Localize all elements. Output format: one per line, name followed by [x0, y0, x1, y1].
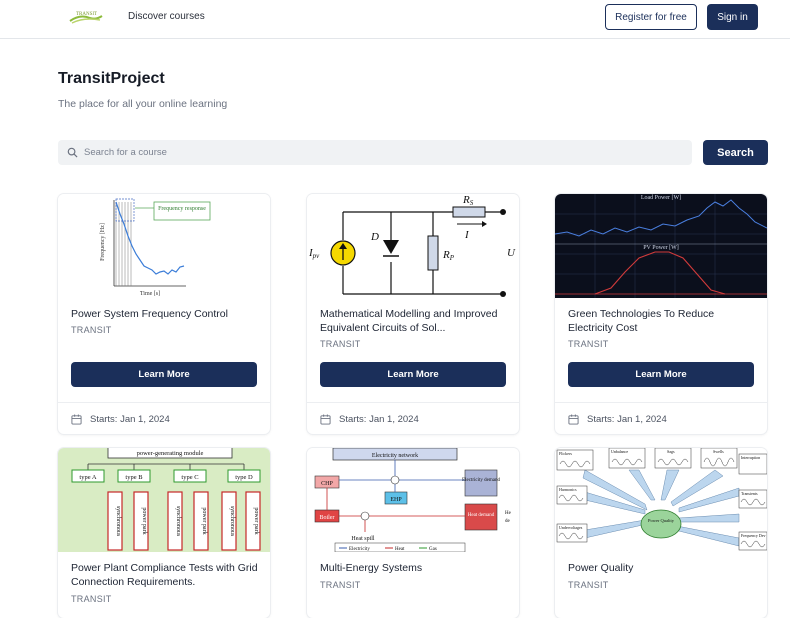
course-thumbnail-power-plot: Load Power [W] PV Power [W] [555, 194, 767, 298]
course-organization: TRANSIT [568, 339, 609, 349]
pq-center-label: Power Quality [648, 518, 675, 523]
course-title[interactable]: Power Plant Compliance Tests with Grid C… [71, 561, 261, 589]
type-b: type B [125, 474, 143, 481]
start-date-text: Starts: Jan 1, 2024 [587, 414, 667, 425]
start-date-text: Starts: Jan 1, 2024 [90, 414, 170, 425]
course-title[interactable]: Power Quality [568, 561, 758, 575]
sign-in-button[interactable]: Sign in [707, 4, 758, 30]
calendar-icon [71, 414, 82, 425]
svg-text:power park: power park [141, 507, 147, 534]
label-d: D [370, 231, 379, 243]
svg-text:Interruption: Interruption [741, 455, 760, 460]
search-button[interactable]: Search [703, 140, 768, 165]
elec-demand-label: Electricity demand [462, 478, 500, 483]
svg-text:Harmonics: Harmonics [559, 487, 577, 492]
course-organization: TRANSIT [320, 339, 361, 349]
svg-text:Frequency Dev: Frequency Dev [741, 533, 766, 538]
svg-text:Gas: Gas [429, 547, 437, 552]
course-card[interactable]: Ipv D RS I RP U Mathematical Modelling a… [307, 194, 519, 434]
course-thumbnail-frequency: Frequency response Frequency [Hz] Time [… [58, 194, 270, 298]
svg-text:synchronous: synchronous [175, 506, 181, 537]
register-button[interactable]: Register for free [605, 4, 697, 30]
course-organization: TRANSIT [568, 580, 609, 590]
svg-text:Transients: Transients [741, 491, 758, 496]
learn-more-button[interactable]: Learn More [320, 362, 506, 387]
type-a: type A [79, 474, 96, 481]
thumb-ylabel: Frequency [Hz] [100, 223, 106, 261]
svg-text:Swells: Swells [713, 449, 724, 454]
heat-demand-label: Heat demand [468, 513, 495, 518]
svg-text:Unbalance: Unbalance [611, 449, 628, 454]
svg-text:Sags: Sags [667, 449, 675, 454]
discover-courses-link[interactable]: Discover courses [128, 11, 205, 22]
page-subtitle: The place for all your online learning [58, 98, 228, 110]
course-organization: TRANSIT [320, 580, 361, 590]
course-organization: TRANSIT [71, 325, 112, 335]
page-title: TransitProject [58, 70, 165, 87]
card-divider [307, 402, 519, 403]
learn-more-button[interactable]: Learn More [71, 362, 257, 387]
logo-text: TRANSIT [76, 12, 97, 17]
svg-text:Heat spill: Heat spill [351, 536, 374, 542]
svg-text:Electricity: Electricity [349, 547, 370, 552]
compliance-header: power-generating module [137, 450, 204, 457]
plot-top-label: Load Power [W] [641, 195, 681, 201]
type-c: type C [181, 474, 198, 481]
svg-text:Boiler: Boiler [320, 515, 335, 521]
course-thumbnail-power-quality: Power Quality Flickers Unbalance Sags Sw… [555, 448, 767, 552]
plot-mid-label: PV Power [W] [643, 245, 679, 251]
svg-text:Flickers: Flickers [559, 451, 572, 456]
search-bar [58, 140, 692, 165]
svg-text:power park: power park [253, 507, 259, 534]
thumb-annotation: Frequency response [158, 206, 206, 212]
course-card[interactable]: power-generating module type A type B ty… [58, 448, 270, 618]
card-divider [58, 402, 270, 403]
course-organization: TRANSIT [71, 594, 112, 604]
course-thumbnail-compliance: power-generating module type A type B ty… [58, 448, 270, 552]
course-card[interactable]: Electricity network CHP Boiler EHP Elect… [307, 448, 519, 618]
course-title[interactable]: Power System Frequency Control [71, 307, 261, 321]
svg-text:He: He [505, 511, 512, 516]
card-divider [555, 402, 767, 403]
course-title[interactable]: Multi-Energy Systems [320, 561, 510, 575]
search-input[interactable] [84, 140, 684, 165]
svg-text:power park: power park [201, 507, 207, 534]
course-card[interactable]: Frequency response Frequency [Hz] Time [… [58, 194, 270, 434]
search-icon [67, 147, 78, 158]
calendar-icon [320, 414, 331, 425]
calendar-icon [568, 414, 579, 425]
thumb-xlabel: Time [s] [140, 291, 160, 297]
course-title[interactable]: Mathematical Modelling and Improved Equi… [320, 307, 510, 335]
svg-text:Undervoltages: Undervoltages [559, 525, 583, 530]
course-card[interactable]: Power Quality Flickers Unbalance Sags Sw… [555, 448, 767, 618]
svg-text:synchronous: synchronous [115, 506, 121, 537]
course-card[interactable]: Load Power [W] PV Power [W] Green Techno… [555, 194, 767, 434]
start-date-text: Starts: Jan 1, 2024 [339, 414, 419, 425]
course-thumbnail-circuit: Ipv D RS I RP U [307, 194, 519, 298]
svg-text:Heat: Heat [395, 547, 405, 552]
course-title[interactable]: Green Technologies To Reduce Electricity… [568, 307, 758, 335]
transit-logo[interactable]: TRANSIT [68, 8, 104, 26]
course-thumbnail-multi-energy: Electricity network CHP Boiler EHP Elect… [307, 448, 519, 552]
svg-text:CHP: CHP [321, 481, 333, 487]
type-d: type D [235, 474, 253, 481]
svg-text:de: de [505, 519, 511, 524]
label-u: U [507, 247, 516, 259]
learn-more-button[interactable]: Learn More [568, 362, 754, 387]
top-navigation-bar: TRANSIT Discover courses Register for fr… [0, 0, 790, 39]
svg-text:EHP: EHP [390, 497, 402, 503]
svg-text:synchronous: synchronous [229, 506, 235, 537]
network-label: Electricity network [372, 453, 418, 459]
